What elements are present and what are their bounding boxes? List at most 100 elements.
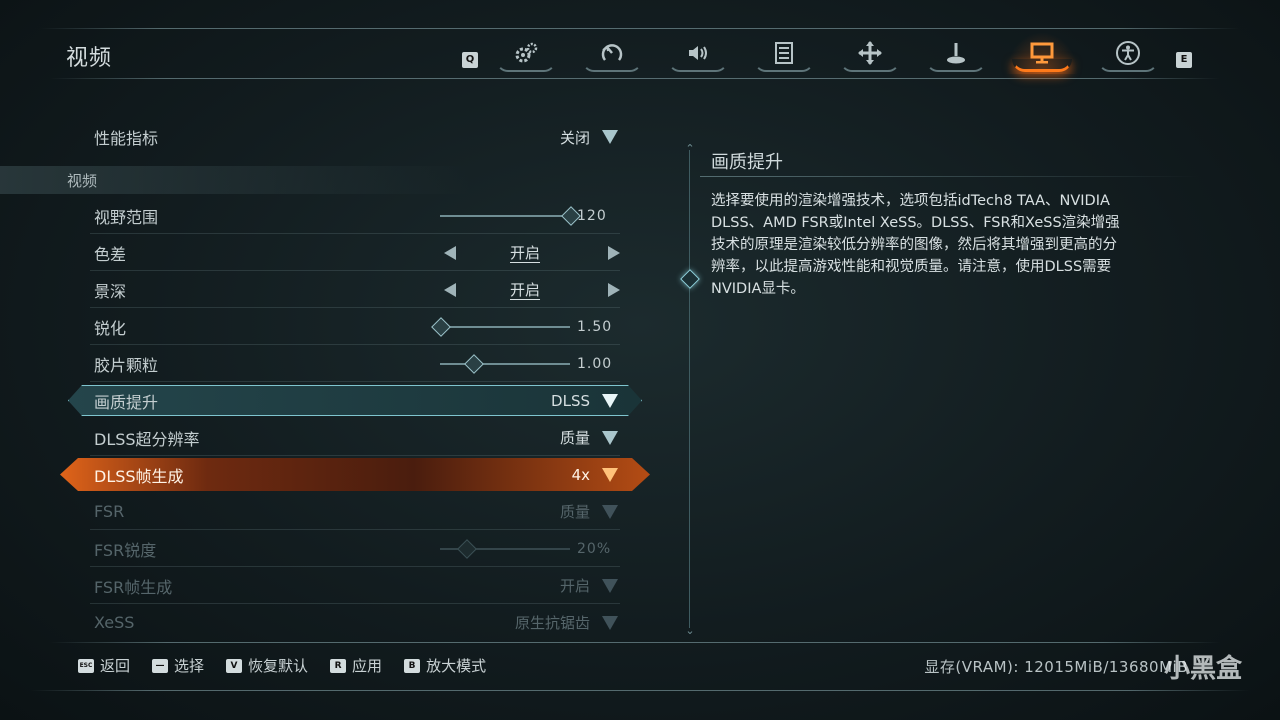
dropdown-arrow-icon[interactable] <box>602 130 618 144</box>
setting-dlss-frame-generation[interactable]: DLSS帧生成 4x <box>70 456 630 493</box>
setting-performance-metrics[interactable]: 性能指标 关闭 <box>70 130 630 152</box>
setting-value: 120 <box>577 207 607 224</box>
scroll-down-icon[interactable]: ⌄ <box>682 624 698 637</box>
setting-label: 胶片颗粒 <box>94 355 159 375</box>
esc-key-icon: ESC <box>78 658 94 673</box>
tab-audio[interactable] <box>662 32 734 74</box>
setting-value: 关闭 <box>559 130 590 147</box>
setting-label: DLSS帧生成 <box>94 466 184 486</box>
dropdown-arrow-icon <box>602 615 618 630</box>
select-key-icon: — <box>152 658 169 673</box>
setting-value: 20% <box>577 540 612 557</box>
vram-usage: 显存(VRAM): 12015MiB/13680MiB <box>924 658 1188 676</box>
setting-value: 质量 <box>559 503 590 521</box>
dropdown-arrow-icon[interactable] <box>602 430 618 445</box>
description-title: 画质提升 <box>711 152 783 173</box>
setting-label: 画质提升 <box>94 392 159 412</box>
setting-xess: XeSS 原生抗锯齿 <box>70 604 630 630</box>
arrow-right-icon[interactable] <box>608 282 620 297</box>
setting-value: 原生抗锯齿 <box>514 614 590 630</box>
setting-label: DLSS超分辨率 <box>94 429 200 449</box>
r-key-icon: R <box>330 658 347 673</box>
tab-general[interactable] <box>490 32 562 74</box>
back-label: 返回 <box>100 657 131 675</box>
setting-fsr-frame-generation: FSR帧生成 开启 <box>70 567 630 604</box>
list-icon <box>775 42 793 64</box>
setting-value: 开启 <box>559 577 590 595</box>
setting-label: FSR <box>94 502 125 521</box>
dropdown-arrow-icon[interactable] <box>602 393 618 408</box>
reset-label: 恢复默认 <box>248 657 309 675</box>
description-text: 选择要使用的渲染增强技术，选项包括idTech8 TAA、NVIDIA DLSS… <box>711 193 1120 297</box>
apply-button[interactable]: R 应用 <box>330 655 382 676</box>
setting-label: 视野范围 <box>94 207 159 227</box>
fov-slider[interactable] <box>440 205 581 226</box>
setting-depth-of-field[interactable]: 景深 开启 <box>70 271 630 308</box>
setting-label: 景深 <box>94 281 127 301</box>
footer-top-border <box>50 642 1220 643</box>
zoom-label: 放大模式 <box>426 657 487 675</box>
settings-list[interactable]: 性能指标 关闭 视频 视野范围 120 色差 开启 景深 开启 锐化 1.50 … <box>0 130 660 630</box>
scroll-up-icon[interactable]: ⌃ <box>682 142 698 155</box>
tab-video[interactable] <box>1006 32 1078 74</box>
prev-tab-key[interactable]: Q <box>462 52 478 68</box>
monitor-icon <box>1030 42 1054 64</box>
setting-label: FSR帧生成 <box>94 577 173 597</box>
setting-upscaling[interactable]: 画质提升 DLSS <box>70 382 630 419</box>
setting-dlss-super-resolution[interactable]: DLSS超分辨率 质量 <box>70 419 630 456</box>
scrollbar-track[interactable] <box>689 150 690 628</box>
scroll-thumb[interactable] <box>680 269 700 289</box>
arrow-left-icon[interactable] <box>444 282 456 297</box>
speaker-icon <box>689 46 707 60</box>
tab-bindings[interactable] <box>834 32 906 74</box>
section-header-video: 视频 <box>0 166 470 194</box>
dial-icon <box>601 44 623 61</box>
v-key-icon: V <box>226 658 243 673</box>
setting-value: 4x <box>571 465 590 484</box>
b-key-icon: B <box>404 658 421 673</box>
header-bottom-border <box>50 78 1220 79</box>
footer-hints: ESC 返回 — 选择 V 恢复默认 R 应用 B 放大模式 <box>78 655 508 676</box>
dropdown-arrow-icon[interactable] <box>602 467 618 482</box>
setting-label: XeSS <box>94 613 135 630</box>
header-top-border <box>40 28 1240 29</box>
tab-controls[interactable] <box>576 32 648 74</box>
setting-value: DLSS <box>551 391 590 410</box>
slider-knob[interactable] <box>463 353 484 374</box>
description-divider <box>700 176 1200 177</box>
arrow-left-icon[interactable] <box>444 245 456 260</box>
tab-gamepad[interactable] <box>920 32 992 74</box>
setting-sharpening[interactable]: 锐化 1.50 <box>70 308 630 345</box>
sharpening-slider[interactable] <box>431 316 570 337</box>
reset-defaults-button[interactable]: V 恢复默认 <box>226 655 308 676</box>
film-grain-slider[interactable] <box>440 353 570 374</box>
setting-film-grain[interactable]: 胶片颗粒 1.00 <box>70 345 630 382</box>
back-button[interactable]: ESC 返回 <box>78 655 130 676</box>
setting-value: 质量 <box>559 429 590 447</box>
setting-fsr-sharpness: FSR锐度 20% <box>70 530 630 567</box>
setting-label: FSR锐度 <box>94 540 157 560</box>
watermark-logo: 小黑盒 <box>1163 654 1242 684</box>
setting-value: 开启 <box>510 244 541 262</box>
tab-accessibility[interactable] <box>1092 32 1164 74</box>
dropdown-arrow-icon <box>602 578 618 593</box>
section-title: 视频 <box>67 172 98 190</box>
select-button[interactable]: — 选择 <box>152 655 204 676</box>
select-label: 选择 <box>174 657 205 675</box>
setting-label: 锐化 <box>94 318 127 338</box>
setting-value: 1.00 <box>577 355 613 372</box>
setting-value: 1.50 <box>577 318 613 335</box>
setting-fsr: FSR 质量 <box>70 493 630 530</box>
footer-bottom-border <box>30 690 1250 691</box>
accessibility-icon <box>1116 41 1140 65</box>
dropdown-arrow-icon <box>602 504 618 519</box>
slider-knob[interactable] <box>431 316 451 337</box>
arrow-right-icon[interactable] <box>608 245 620 260</box>
tab-hud[interactable] <box>748 32 820 74</box>
setting-fov[interactable]: 视野范围 120 <box>70 197 630 234</box>
next-tab-key[interactable]: E <box>1176 52 1192 68</box>
zoom-mode-button[interactable]: B 放大模式 <box>404 655 486 676</box>
setting-value: 开启 <box>510 281 541 299</box>
setting-label: 色差 <box>94 244 127 264</box>
setting-chromatic-aberration[interactable]: 色差 开启 <box>70 234 630 271</box>
